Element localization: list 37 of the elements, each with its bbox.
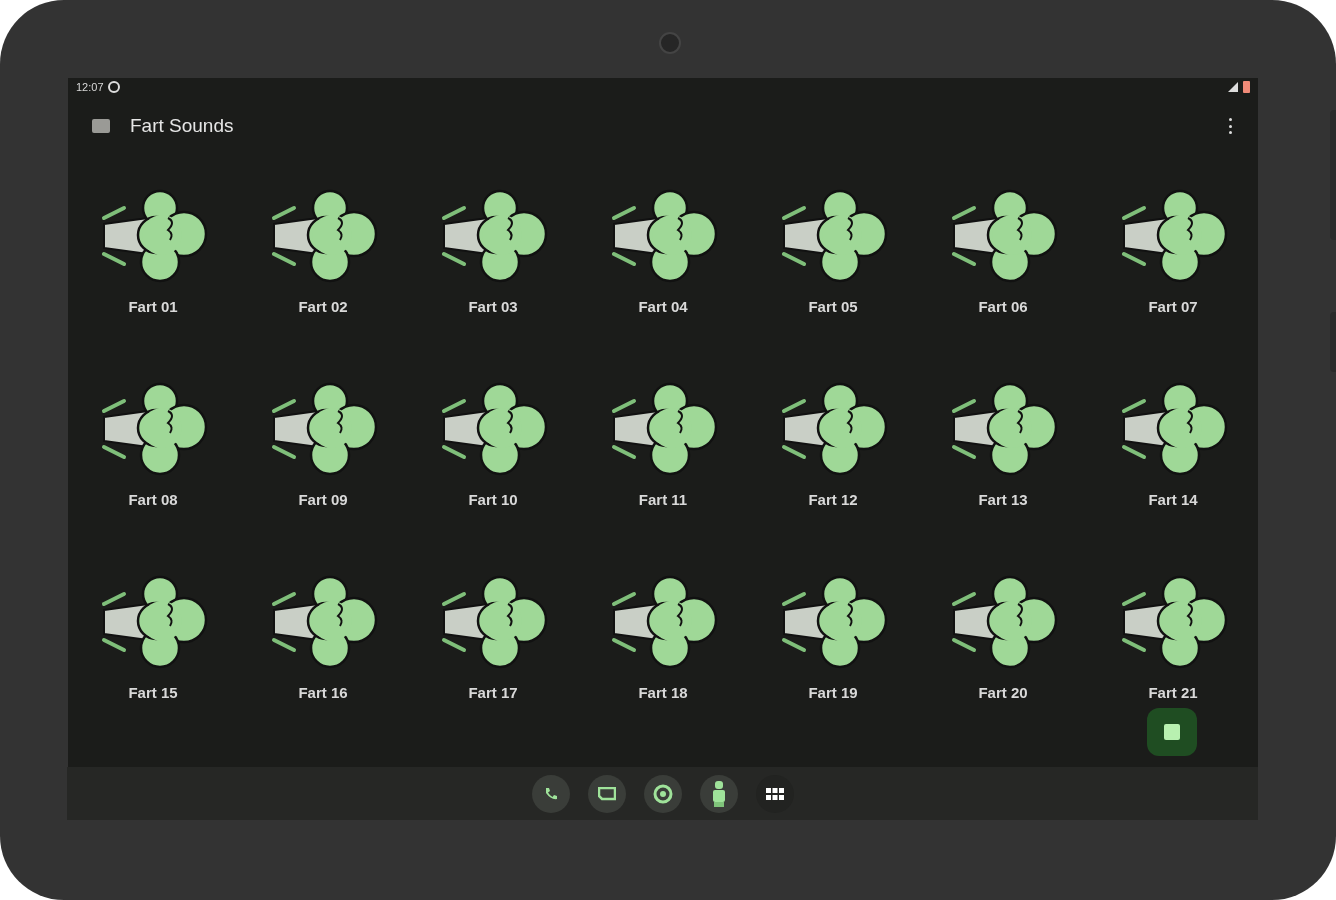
sound-button[interactable]: Fart 14	[1088, 381, 1258, 575]
sound-button[interactable]: Fart 04	[578, 188, 748, 382]
overflow-menu-button[interactable]	[1228, 118, 1232, 135]
sound-button[interactable]: Fart 11	[578, 381, 748, 575]
browser-icon	[652, 783, 673, 804]
sound-button[interactable]: Fart 05	[748, 188, 918, 382]
grid-icon	[765, 787, 784, 800]
messages-button[interactable]	[587, 774, 626, 813]
phone-button[interactable]	[531, 774, 570, 813]
status-time: 12:07	[76, 80, 104, 96]
menu-button[interactable]	[92, 119, 110, 134]
sound-button[interactable]: Fart 06	[918, 188, 1088, 382]
message-icon	[597, 786, 616, 801]
sound-button[interactable]: Fart 02	[238, 188, 408, 382]
sound-button[interactable]: Fart 19	[748, 574, 918, 768]
sound-button[interactable]: Fart 08	[68, 381, 238, 575]
notification-icon	[107, 81, 120, 94]
sound-button[interactable]: Fart 10	[408, 381, 578, 575]
battery-icon	[1243, 81, 1250, 94]
sound-button[interactable]: Fart 16	[238, 574, 408, 768]
sound-button[interactable]: Fart 07	[1088, 188, 1258, 382]
stop-icon	[1164, 724, 1180, 740]
sound-button[interactable]: Fart 03	[408, 188, 578, 382]
sound-button[interactable]: Fart 15	[68, 574, 238, 768]
sound-button[interactable]: Fart 12	[748, 381, 918, 575]
camera-icon	[659, 32, 681, 54]
sound-button[interactable]: Fart 01	[68, 188, 238, 382]
signal-icon	[1227, 81, 1239, 94]
browser-button[interactable]	[643, 774, 682, 813]
stop-button[interactable]	[1147, 708, 1197, 756]
sound-button[interactable]: Fart 17	[408, 574, 578, 768]
app-shortcut-button[interactable]	[699, 774, 738, 813]
sound-button[interactable]: Fart 09	[238, 381, 408, 575]
app-title: Fart Sounds	[130, 113, 235, 138]
sound-button[interactable]: Fart 20	[918, 574, 1088, 768]
sound-button[interactable]: Fart 13	[918, 381, 1088, 575]
sound-button[interactable]: Fart 18	[578, 574, 748, 768]
